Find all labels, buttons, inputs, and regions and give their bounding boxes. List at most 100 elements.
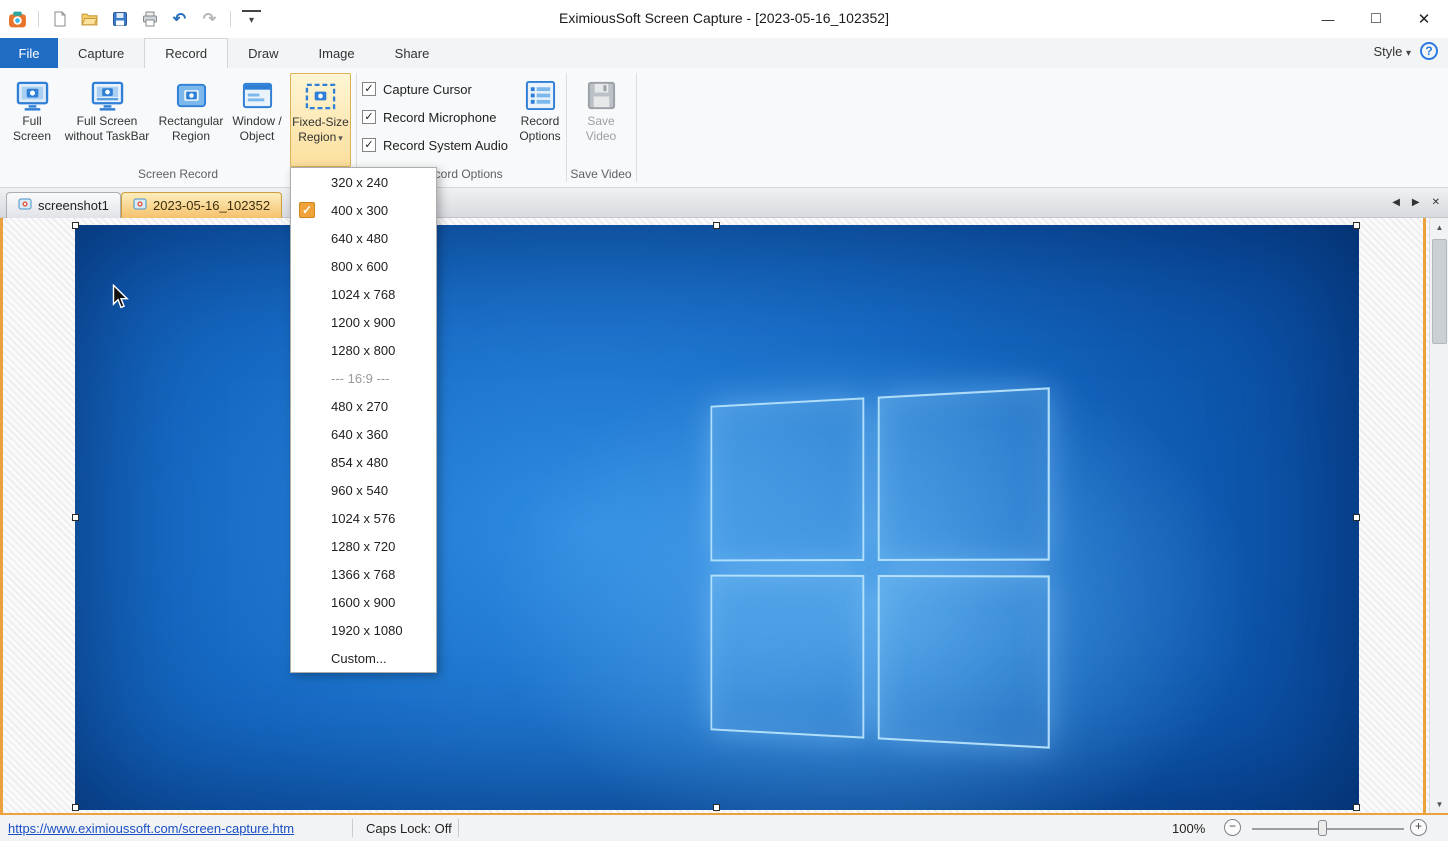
help-button[interactable]: ? (1420, 42, 1438, 60)
record-options-button[interactable]: Record Options (512, 73, 568, 144)
windows-logo-pane (877, 575, 1050, 749)
chevron-down-icon: ▾ (338, 133, 343, 143)
separator (38, 11, 39, 27)
size-option-custom[interactable]: Custom... (291, 644, 436, 672)
new-document-button[interactable] (50, 10, 69, 29)
window-object-button[interactable]: Window / Object (228, 73, 286, 144)
full-screen-without-taskbar-button[interactable]: Full Screen without TaskBar (60, 73, 154, 144)
rectangular-region-button[interactable]: Rectangular Region (156, 73, 226, 144)
tab-image[interactable]: Image (299, 38, 375, 68)
selection-handle-top-right[interactable] (1353, 222, 1360, 229)
size-option[interactable]: 960 x 540 (291, 476, 436, 504)
tab-share[interactable]: Share (375, 38, 450, 68)
save-button[interactable] (110, 10, 129, 29)
size-option[interactable]: 854 x 480 (291, 448, 436, 476)
captured-image (75, 225, 1359, 810)
document-tab-active[interactable]: 2023-05-16_102352 (121, 192, 283, 218)
tab-record[interactable]: Record (144, 38, 229, 68)
size-option[interactable]: 1600 x 900 (291, 588, 436, 616)
selection-handle-mid-right[interactable] (1353, 514, 1360, 521)
app-window: ↶ ↷ ▾ EximiousSoft Screen Capture - [202… (0, 0, 1448, 841)
record-options-icon (524, 76, 557, 114)
tab-navigation: ◀ ▶ ✕ (1392, 197, 1440, 208)
capture-cursor-checkbox[interactable]: ✓ Capture Cursor (362, 80, 472, 98)
zoom-in-button[interactable]: + (1410, 819, 1427, 836)
record-microphone-checkbox[interactable]: ✓ Record Microphone (362, 108, 496, 126)
maximize-button[interactable]: □ (1352, 0, 1400, 38)
size-option[interactable]: 640 x 480 (291, 224, 436, 252)
redo-button[interactable]: ↷ (200, 10, 219, 29)
record-system-audio-checkbox[interactable]: ✓ Record System Audio (362, 136, 508, 154)
mouse-cursor-icon (109, 283, 131, 315)
fixed-size-dropdown-menu: 320 x 240 ✓ 400 x 300 640 x 480 800 x 60… (290, 167, 437, 673)
size-option-selected[interactable]: ✓ 400 x 300 (291, 196, 436, 224)
minimize-button[interactable]: — (1304, 0, 1352, 38)
size-option[interactable]: 1200 x 900 (291, 308, 436, 336)
window-object-icon (241, 76, 274, 114)
checkbox-checked-icon: ✓ (362, 138, 376, 152)
size-option[interactable]: 480 x 270 (291, 392, 436, 420)
fixed-size-region-button[interactable]: Fixed-Size Region ▾ (290, 73, 351, 167)
quick-access-toolbar: ↶ ↷ ▾ (8, 7, 261, 31)
full-screen-no-taskbar-icon (91, 76, 124, 114)
selection-handle-bottom-center[interactable] (713, 804, 720, 811)
tab-draw[interactable]: Draw (228, 38, 298, 68)
size-option[interactable]: 640 x 360 (291, 420, 436, 448)
selection-handle-bottom-right[interactable] (1353, 804, 1360, 811)
tab-scroll-right-button[interactable]: ▶ (1412, 197, 1420, 208)
tab-file[interactable]: File (0, 38, 58, 68)
size-option[interactable]: 1920 x 1080 (291, 616, 436, 644)
website-link[interactable]: https://www.eximioussoft.com/screen-capt… (8, 821, 294, 836)
open-file-button[interactable] (80, 10, 99, 29)
zoom-slider-thumb[interactable] (1318, 820, 1327, 836)
size-option[interactable]: 1024 x 768 (291, 280, 436, 308)
windows-logo-pane (710, 397, 865, 562)
customize-toolbar-button[interactable]: ▾ (242, 9, 261, 29)
check-icon: ✓ (299, 202, 315, 218)
selection-handle-top-center[interactable] (713, 222, 720, 229)
status-bar: https://www.eximioussoft.com/screen-capt… (0, 813, 1448, 841)
full-screen-button[interactable]: Full Screen (6, 73, 58, 144)
zoom-slider-track[interactable] (1252, 828, 1404, 830)
checkbox-checked-icon: ✓ (362, 110, 376, 124)
group-separator (636, 73, 637, 182)
window-controls: — □ ✕ (1304, 0, 1448, 38)
windows-logo (710, 387, 1050, 749)
style-dropdown[interactable]: Style ▾ (1373, 44, 1411, 59)
size-option[interactable]: 1280 x 800 (291, 336, 436, 364)
size-option[interactable]: 800 x 600 (291, 252, 436, 280)
tab-scroll-left-button[interactable]: ◀ (1392, 197, 1400, 208)
chevron-down-icon: ▾ (1405, 47, 1411, 59)
save-video-button[interactable]: Save Video (572, 73, 630, 144)
group-separator (356, 73, 357, 182)
print-button[interactable] (140, 10, 159, 29)
editor-canvas: ▲ ▼ (0, 218, 1448, 813)
selection-handle-top-left[interactable] (72, 222, 79, 229)
selection-handle-mid-left[interactable] (72, 514, 79, 521)
tab-capture[interactable]: Capture (58, 38, 144, 68)
close-button[interactable]: ✕ (1400, 0, 1448, 38)
zoom-out-button[interactable]: − (1224, 819, 1241, 836)
size-option[interactable]: 1280 x 720 (291, 532, 436, 560)
size-option[interactable]: 320 x 240 (291, 168, 436, 196)
scrollbar-thumb[interactable] (1432, 239, 1447, 344)
scroll-up-button[interactable]: ▲ (1430, 218, 1448, 236)
window-title: EximiousSoft Screen Capture - [2023-05-1… (559, 10, 889, 26)
fixed-size-region-icon (304, 77, 337, 115)
group-separator (566, 73, 567, 182)
windows-logo-pane (710, 574, 865, 739)
selection-handle-bottom-left[interactable] (72, 804, 79, 811)
vertical-scrollbar[interactable]: ▲ ▼ (1429, 218, 1448, 813)
app-logo-icon (8, 10, 27, 29)
size-option[interactable]: 1024 x 576 (291, 504, 436, 532)
rectangular-region-icon (175, 76, 208, 114)
scroll-down-button[interactable]: ▼ (1430, 795, 1448, 813)
ribbon-tab-bar: File Capture Record Draw Image Share (0, 38, 1448, 68)
size-option[interactable]: 1366 x 768 (291, 560, 436, 588)
separator (458, 819, 459, 837)
menubar-right: Style ▾ ? (1373, 42, 1438, 60)
tab-close-button[interactable]: ✕ (1432, 197, 1440, 208)
undo-button[interactable]: ↶ (170, 10, 189, 29)
document-tab-screenshot1[interactable]: screenshot1 (6, 192, 121, 218)
window-accent-line (1423, 218, 1426, 813)
